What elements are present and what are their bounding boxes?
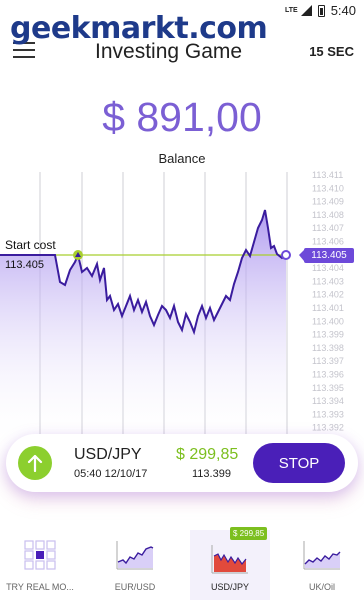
signal-icon <box>300 5 312 16</box>
trade-rate: 113.399 <box>192 468 231 480</box>
y-tick-label: 113.410 <box>312 183 344 193</box>
y-tick-label: 113.392 <box>312 423 344 433</box>
balance-value: $ 891,00 <box>102 94 262 140</box>
tab-label: TRY REAL MO... <box>6 582 74 592</box>
lte-indicator: LTE <box>284 7 298 14</box>
y-tick-label: 113.403 <box>312 276 344 286</box>
y-tick-label: 113.395 <box>312 383 344 393</box>
current-price-marker <box>281 250 291 260</box>
y-tick-label: 113.393 <box>312 409 344 419</box>
y-tick-label: 113.402 <box>312 290 344 300</box>
bar-chart-icon <box>211 545 248 574</box>
y-tick-label: 113.407 <box>312 223 344 233</box>
tab-uk-oil[interactable]: UK/Oil <box>282 530 362 600</box>
instrument-tabs: TRY REAL MO... EUR/USD $ 299,85 USD/JPY … <box>0 527 364 600</box>
start-marker <box>73 250 83 260</box>
balance-label: Balance <box>158 151 206 166</box>
y-tick-label: 113.404 <box>312 263 344 273</box>
tab-label: EUR/USD <box>114 582 156 592</box>
y-tick-label: 113.397 <box>312 356 344 366</box>
start-cost-label: Start cost <box>5 238 56 252</box>
start-cost-value: 113.405 <box>5 259 44 271</box>
y-tick-label: 113.406 <box>312 237 344 247</box>
status-time: 5:40 <box>330 3 356 18</box>
line-chart-icon <box>303 541 341 570</box>
price-chart: 113.411 113.410 113.409 113.408 113.407 113.4… <box>0 170 344 450</box>
y-tick-label: 113.399 <box>312 330 344 340</box>
tab-usd-jpy[interactable]: $ 299,85 USD/JPY <box>190 527 270 600</box>
battery-icon <box>317 4 325 17</box>
tab-try-real-money[interactable]: TRY REAL MO... <box>0 530 80 600</box>
watermark: geekmarkt.com <box>10 11 268 46</box>
y-tick-label: 113.411 <box>312 170 343 180</box>
trade-card: USD/JPY 05:40 12/10/17 $ 299,85 113.399 … <box>6 434 358 492</box>
stop-button[interactable]: STOP <box>253 443 345 483</box>
y-tick-label: 113.400 <box>312 316 344 326</box>
y-axis-labels: 113.411 113.410 113.409 113.408 113.407 113.4… <box>312 170 344 433</box>
trade-profit: $ 299,85 <box>176 446 239 463</box>
grid-icon <box>24 540 56 570</box>
tab-label: UK/Oil <box>308 582 335 592</box>
current-price-badge: 113.405 <box>299 248 354 263</box>
tab-eur-usd[interactable]: EUR/USD <box>95 530 175 600</box>
y-tick-label: 113.394 <box>312 396 344 406</box>
arrow-up-icon[interactable] <box>18 446 52 480</box>
tab-profit-badge: $ 299,85 <box>230 527 268 540</box>
trade-pair: USD/JPY <box>74 446 142 463</box>
y-tick-label: 113.409 <box>312 197 344 207</box>
trade-time: 05:40 12/10/17 <box>74 468 148 480</box>
y-tick-label: 113.396 <box>312 370 344 380</box>
round-timer: 15 SEC <box>309 44 354 59</box>
y-tick-label: 113.408 <box>312 210 344 220</box>
tab-label: USD/JPY <box>210 582 249 592</box>
y-tick-label: 113.398 <box>312 343 344 353</box>
y-tick-label: 113.401 <box>312 303 344 313</box>
line-chart-icon <box>116 541 154 570</box>
